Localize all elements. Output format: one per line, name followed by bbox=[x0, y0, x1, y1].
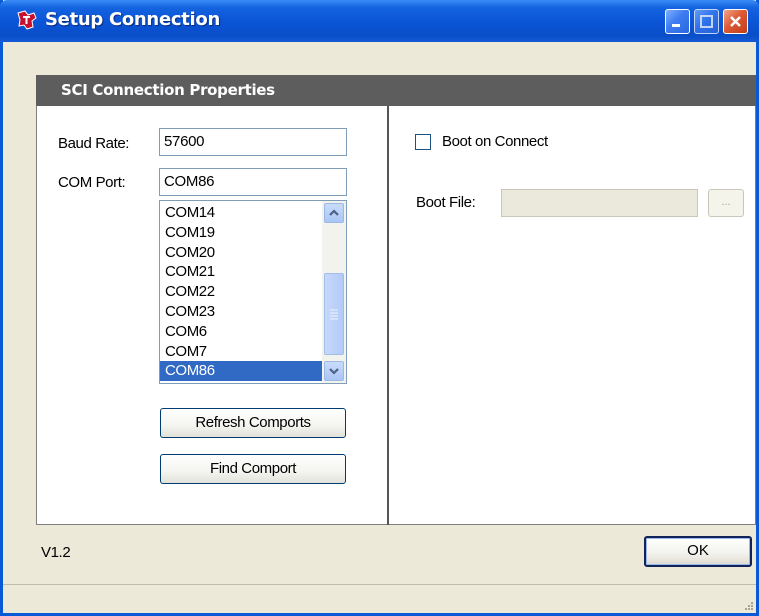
chevron-up-icon bbox=[329, 209, 339, 216]
setup-connection-window: Setup Connection SCI Connection Properti… bbox=[0, 0, 759, 616]
baud-rate-field[interactable]: 57600 bbox=[159, 128, 347, 156]
browse-button[interactable]: ... bbox=[708, 189, 744, 217]
com-port-list-item[interactable]: COM23 bbox=[160, 302, 322, 322]
com-port-list-item[interactable]: COM20 bbox=[160, 243, 322, 263]
scroll-down-button[interactable] bbox=[324, 361, 344, 381]
com-port-list-item[interactable]: COM6 bbox=[160, 322, 322, 342]
resize-grip-icon[interactable] bbox=[742, 599, 754, 611]
window-title: Setup Connection bbox=[45, 9, 220, 30]
ti-logo-icon bbox=[17, 10, 37, 30]
com-port-label: COM Port: bbox=[58, 174, 126, 191]
connection-panel bbox=[36, 75, 756, 525]
com-port-list-item[interactable]: COM7 bbox=[160, 342, 322, 362]
com-port-list-item[interactable]: COM22 bbox=[160, 282, 322, 302]
maximize-icon bbox=[700, 15, 713, 28]
refresh-comports-button[interactable]: Refresh Comports bbox=[160, 408, 346, 438]
maximize-button[interactable] bbox=[694, 9, 719, 34]
panel-divider bbox=[387, 106, 389, 525]
minimize-button[interactable] bbox=[665, 9, 690, 34]
com-port-list: COM14 COM19 COM20 COM21 COM22 COM23 COM6 COM7 CO… bbox=[160, 203, 322, 382]
com-port-list-item[interactable]: COM21 bbox=[160, 262, 322, 282]
com-port-list-item[interactable]: COM86 bbox=[160, 361, 322, 382]
boot-file-field[interactable] bbox=[501, 189, 698, 217]
minimize-icon bbox=[672, 24, 680, 27]
listbox-scrollbar[interactable] bbox=[322, 201, 346, 383]
com-port-list-item[interactable]: COM19 bbox=[160, 223, 322, 243]
chevron-down-icon bbox=[329, 368, 339, 375]
ok-button[interactable]: OK bbox=[644, 536, 752, 567]
boot-file-label: Boot File: bbox=[416, 194, 476, 211]
com-port-field[interactable]: COM86 bbox=[159, 168, 347, 196]
panel-header: SCI Connection Properties bbox=[36, 75, 756, 106]
grip-icon bbox=[330, 309, 338, 320]
title-bar[interactable]: Setup Connection bbox=[0, 0, 759, 42]
find-comport-button[interactable]: Find Comport bbox=[160, 454, 346, 484]
com-port-listbox[interactable]: COM14 COM19 COM20 COM21 COM22 COM23 COM6 COM7 CO… bbox=[159, 200, 347, 384]
close-icon bbox=[730, 16, 741, 27]
status-bar bbox=[3, 584, 756, 613]
scroll-up-button[interactable] bbox=[324, 203, 344, 223]
baud-rate-label: Baud Rate: bbox=[58, 135, 130, 152]
boot-on-connect-label[interactable]: Boot on Connect bbox=[442, 133, 548, 150]
scroll-thumb[interactable] bbox=[324, 273, 344, 355]
close-button[interactable] bbox=[723, 9, 748, 34]
version-label: V1.2 bbox=[41, 544, 71, 561]
boot-on-connect-checkbox[interactable] bbox=[415, 134, 431, 150]
com-port-list-item[interactable]: COM14 bbox=[160, 203, 322, 223]
